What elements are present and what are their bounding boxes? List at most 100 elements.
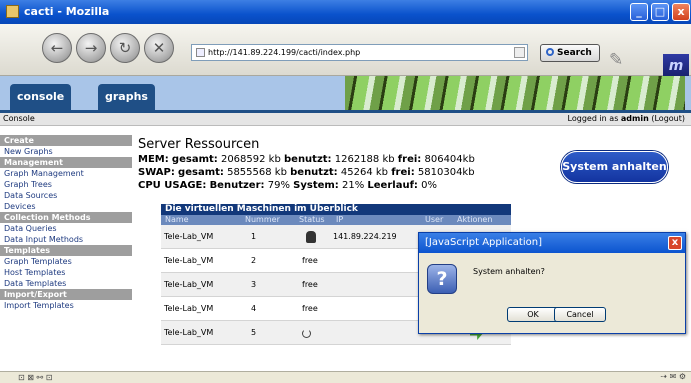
sidebar-section-management: Management [0, 157, 132, 168]
sidebar-item-new-graphs[interactable]: New Graphs [0, 146, 132, 157]
vm-number: 5 [251, 328, 257, 337]
tab-graphs[interactable]: graphs [98, 84, 155, 110]
sidebar-section-import-export: Import/Export [0, 289, 132, 300]
cpu-idle-label: Leerlauf: [367, 180, 418, 191]
breadcrumb-console: Console [3, 114, 35, 123]
mem-total: 2068592 kb [220, 154, 281, 165]
col-ip: IP [336, 215, 344, 224]
cpu-system-label: System: [293, 180, 339, 191]
swap-total-label: gesamt: [178, 167, 224, 178]
logout-link[interactable]: (Logout) [651, 114, 685, 123]
swap-free: 5810304kb [417, 167, 475, 178]
vm-name: Tele-Lab_VM [164, 232, 214, 241]
vm-status: free [302, 256, 318, 265]
cancel-button[interactable]: Cancel [554, 307, 606, 322]
cpu-label: CPU USAGE: [138, 180, 207, 191]
vm-name: Tele-Lab_VM [164, 304, 214, 313]
navigation-toolbar: ← → ↻ ✕ http://141.89.224.199/cacti/inde… [0, 24, 691, 78]
vm-status: free [302, 280, 318, 289]
swap-stats: SWAP: gesamt: 5855568 kb benutzt: 45264 … [138, 167, 475, 178]
minimize-button[interactable]: _ [630, 3, 648, 21]
swap-free-label: frei: [391, 167, 415, 178]
window-titlebar: cacti - Mozilla _ □ x [0, 0, 691, 24]
mem-stats: MEM: gesamt: 2068592 kb benutzt: 1262188… [138, 154, 475, 165]
sidebar-section-templates: Templates [0, 245, 132, 256]
url-text[interactable]: http://141.89.224.199/cacti/index.php [208, 45, 360, 60]
back-button[interactable]: ← [42, 33, 72, 63]
mem-label: MEM: [138, 154, 169, 165]
vm-status: free [302, 304, 318, 313]
vm-ip: 141.89.224.219 [333, 232, 397, 241]
page-icon [196, 48, 205, 57]
vm-number: 4 [251, 304, 257, 313]
mem-used-label: benutzt: [284, 154, 332, 165]
sidebar-item-data-input-methods[interactable]: Data Input Methods [0, 234, 132, 245]
sidebar-item-data-templates[interactable]: Data Templates [0, 278, 132, 289]
search-icon [546, 48, 554, 56]
url-dropdown-icon[interactable] [514, 47, 525, 58]
cpu-user-label: Benutzer: [209, 180, 265, 191]
statusbar-left-icons: ⊡ ⊠ ⚯ ⊡ [18, 373, 53, 382]
stop-button[interactable]: ✕ [144, 33, 174, 63]
swap-used-label: benutzt: [290, 167, 338, 178]
browser-logo: m [663, 54, 689, 78]
search-button[interactable]: Search [540, 44, 600, 62]
app-icon [6, 5, 19, 18]
sidebar-item-data-sources[interactable]: Data Sources [0, 190, 132, 201]
maximize-button[interactable]: □ [651, 3, 669, 21]
system-halt-button[interactable]: System anhalten [561, 151, 668, 183]
vm-table-caption: Die virtuellen Maschinen im Überblick [161, 204, 511, 215]
sidebar-item-devices[interactable]: Devices [0, 201, 132, 212]
login-status: Logged in as admin (Logout) [568, 113, 685, 125]
sidebar-item-graph-trees[interactable]: Graph Trees [0, 179, 132, 190]
window-title: cacti - Mozilla [24, 5, 110, 18]
dialog-title: [JavaScript Application] [419, 233, 685, 253]
col-status: Status [299, 215, 325, 224]
sidebar-menu: Create New Graphs Management Graph Manageme… [0, 135, 132, 383]
col-number: Nummer [245, 215, 280, 224]
throbber-icon: ✎ [609, 50, 624, 70]
cpu-idle: 0% [421, 180, 437, 191]
sidebar-item-graph-templates[interactable]: Graph Templates [0, 256, 132, 267]
dialog-message: System anhalten? [473, 267, 545, 276]
mem-free: 806404kb [424, 154, 475, 165]
col-user: User [425, 215, 444, 224]
question-icon: ? [427, 264, 457, 294]
swap-label: SWAP: [138, 167, 175, 178]
search-label: Search [557, 48, 592, 58]
swap-total: 5855568 kb [227, 167, 287, 178]
cpu-system: 21% [341, 180, 365, 191]
col-actions: Aktionen [457, 215, 493, 224]
mem-used: 1262188 kb [334, 154, 395, 165]
statusbar-right-icons: ⇢ ✉ ⚙ [660, 372, 686, 381]
sidebar-item-host-templates[interactable]: Host Templates [0, 267, 132, 278]
login-prefix: Logged in as [567, 114, 621, 123]
reload-button[interactable]: ↻ [110, 33, 140, 63]
vm-table-header: Name Nummer Status IP User Aktionen [161, 215, 511, 225]
sidebar-item-data-queries[interactable]: Data Queries [0, 223, 132, 234]
vm-name: Tele-Lab_VM [164, 256, 214, 265]
page-title: Server Ressourcen [138, 137, 260, 152]
vm-name: Tele-Lab_VM [164, 328, 214, 337]
cactus-banner-image [345, 76, 685, 110]
swap-used: 45264 kb [340, 167, 389, 178]
vm-number: 1 [251, 232, 257, 241]
dialog-close-icon[interactable]: x [668, 236, 682, 250]
wait-icon [302, 329, 311, 338]
close-button[interactable]: x [672, 3, 690, 21]
sidebar-item-graph-management[interactable]: Graph Management [0, 168, 132, 179]
cacti-header: console graphs [0, 76, 691, 110]
sidebar-item-import-templates[interactable]: Import Templates [0, 300, 132, 311]
cpu-user: 79% [267, 180, 290, 191]
col-name: Name [165, 215, 189, 224]
forward-button[interactable]: → [76, 33, 106, 63]
login-user: admin [620, 114, 649, 123]
tab-console[interactable]: console [10, 84, 72, 110]
ok-button[interactable]: OK [507, 307, 559, 322]
vm-name: Tele-Lab_VM [164, 280, 214, 289]
sidebar-section-create: Create [0, 135, 132, 146]
vm-number: 2 [251, 256, 257, 265]
vm-number: 3 [251, 280, 257, 289]
sidebar-section-collection-methods: Collection Methods [0, 212, 132, 223]
url-bar[interactable]: http://141.89.224.199/cacti/index.php [191, 44, 528, 61]
